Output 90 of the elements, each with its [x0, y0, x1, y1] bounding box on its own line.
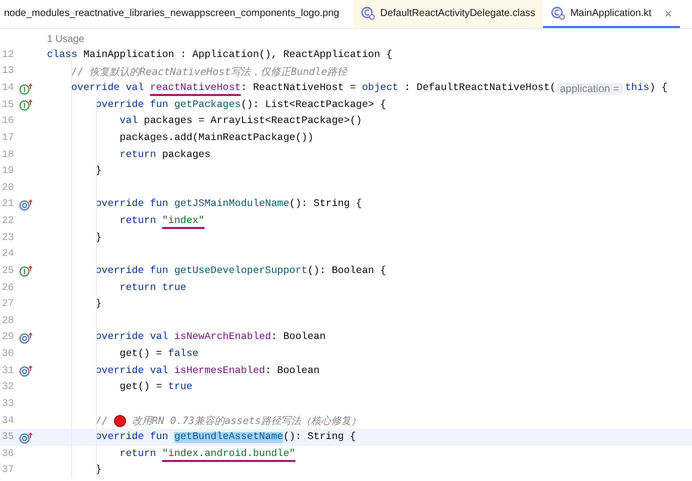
class-file-icon	[551, 6, 566, 20]
code-token: isHermesEnabled	[174, 366, 266, 377]
code-token: object	[362, 83, 398, 94]
overrides-marker-icon[interactable]	[19, 332, 33, 344]
code-token: override fun	[94, 432, 170, 444]
code-token: }	[94, 232, 102, 244]
code-token: (): Boolean {	[307, 266, 386, 277]
code-token: packages = ArrayList<ReactPackage>()	[144, 116, 362, 128]
code-token: (): String {	[283, 432, 356, 444]
editor-tab[interactable]: DefaultReactActivityDelegate.class	[353, 0, 544, 28]
code-token: override fun	[94, 266, 170, 277]
line-number: 29	[0, 332, 14, 344]
code-token: }	[94, 166, 102, 178]
line-number: 30	[0, 349, 14, 360]
line-number: 37	[0, 465, 14, 476]
code-token: : DefaultReactNativeHost(	[403, 83, 556, 94]
code-token: isNewArchEnabled	[174, 332, 272, 344]
line-number: 16	[0, 116, 14, 128]
code-token: override fun	[94, 100, 170, 111]
line-number: 21	[0, 199, 14, 210]
code-token: "index"	[162, 216, 204, 228]
class-file-icon	[361, 6, 376, 20]
line-number: 23	[0, 232, 14, 244]
implements-marker-icon[interactable]	[19, 265, 33, 278]
code-token: get() =	[118, 382, 164, 394]
usage-hint[interactable]: 1 Usage	[47, 34, 84, 44]
code-token: false	[168, 349, 198, 360]
implements-marker-icon[interactable]	[19, 82, 33, 95]
line-number: 12	[0, 50, 14, 61]
line-number: 35	[0, 432, 14, 444]
code-token: (): String {	[289, 199, 362, 210]
overrides-marker-icon[interactable]	[19, 365, 33, 378]
code-token: }	[94, 465, 102, 476]
code-token: packages	[162, 150, 211, 161]
code-token: return	[118, 150, 158, 161]
code-token: val	[118, 116, 139, 128]
code-token: true	[168, 382, 192, 394]
code-token: reactNativeHost	[150, 83, 241, 94]
line-number: 22	[0, 216, 14, 228]
code-token: ) {	[649, 83, 668, 94]
overrides-marker-icon[interactable]	[19, 198, 33, 211]
code-token: getUseDeveloperSupport	[174, 266, 308, 277]
tab-label: DefaultReactActivityDelegate.class	[380, 8, 536, 18]
code-token: "index.android.bundle"	[162, 448, 296, 460]
code-token: getJSMainModuleName	[174, 199, 290, 210]
dot-icon	[114, 415, 126, 428]
line-number: 13	[0, 66, 14, 78]
line-number: 34	[0, 416, 14, 427]
code-token: : Boolean	[265, 366, 320, 377]
code-token: : ReactNativeHost =	[240, 83, 357, 94]
code-token: (): List<ReactPackage> {	[240, 100, 386, 111]
parameter-hint: application =	[556, 82, 624, 95]
line-number: 25	[0, 266, 14, 277]
line-number: 20	[0, 182, 14, 194]
code-token: return	[118, 448, 158, 460]
tab-label: node_modules_reactnative_libraries_newappscreen_components_logo.png	[4, 8, 340, 18]
code-token: override val	[70, 83, 145, 94]
line-number: 17	[0, 132, 14, 144]
line-number: 14	[0, 83, 14, 94]
code-token: get() =	[118, 349, 164, 360]
code-comment: 改用RN 0.73兼容的assets路径写法（核心修复）	[130, 414, 361, 428]
code-token: override fun	[94, 199, 170, 210]
code-token: packages.add(MainReactPackage())	[118, 132, 314, 144]
overrides-marker-icon[interactable]	[19, 432, 33, 444]
code-token: }	[94, 299, 102, 310]
code-token: override val	[94, 332, 170, 344]
line-number: 19	[0, 166, 14, 178]
tab-label: MainApplication.kt	[570, 8, 652, 18]
line-number: 28	[0, 316, 14, 327]
line-number: 15	[0, 100, 14, 111]
code-token: class	[47, 50, 78, 61]
line-number: 18	[0, 150, 14, 161]
line-number: 36	[0, 448, 14, 460]
line-number: 31	[0, 366, 14, 377]
line-number: 24	[0, 249, 14, 260]
implements-marker-icon[interactable]	[19, 99, 33, 112]
code-token: override val	[94, 366, 170, 377]
code-comment: // 恢复默认的ReactNativeHost写法，仅修正Bundle路径	[70, 66, 348, 79]
close-icon[interactable]: ×	[664, 6, 672, 20]
code-token: getBundleAssetName	[174, 432, 284, 444]
code-token: MainApplication : Application(), ReactApplication {	[83, 50, 392, 61]
line-number: 27	[0, 299, 14, 310]
code-token: this	[625, 83, 650, 94]
line-number: 32	[0, 382, 14, 394]
line-number: 33	[0, 398, 14, 410]
code-token: return	[118, 216, 158, 228]
code-token: return true	[118, 282, 186, 294]
line-number: 26	[0, 282, 14, 294]
code-token: getPackages	[174, 100, 241, 111]
code-token: : Boolean	[271, 332, 326, 344]
